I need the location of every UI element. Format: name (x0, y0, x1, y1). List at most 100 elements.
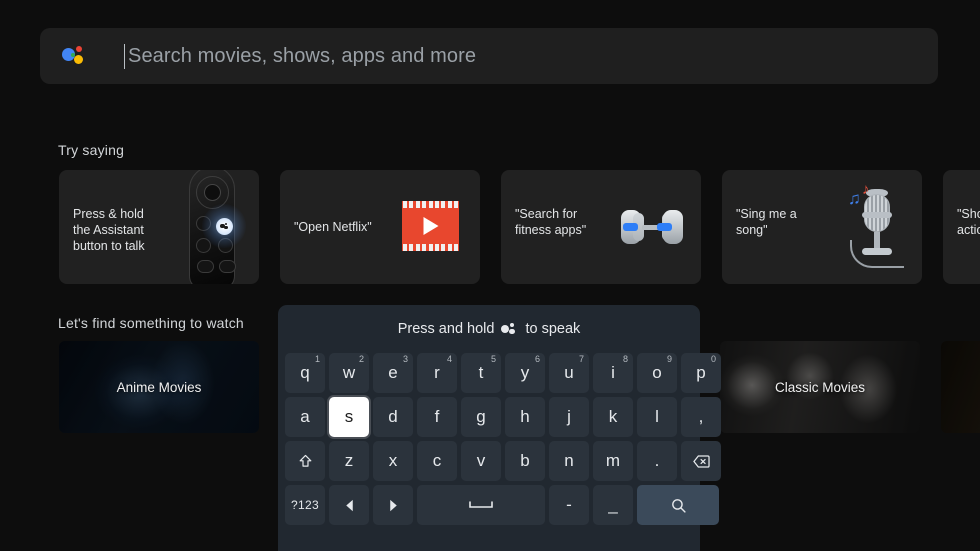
key-label: p (696, 363, 706, 382)
suggestion-card-open-netflix[interactable]: "Open Netflix" (280, 170, 480, 284)
text-caret (124, 43, 125, 69)
key-f[interactable]: f (417, 397, 457, 437)
key-number-label: 7 (578, 354, 584, 364)
key-number-label: 2 (358, 354, 364, 364)
key-label: b (520, 451, 530, 470)
key-label: z (344, 451, 354, 470)
key-number-label: 0 (710, 354, 716, 364)
voice-hint: Press and hold to speak (278, 305, 700, 353)
key-g[interactable]: g (461, 397, 501, 437)
keyboard-row: ?123 - _ (285, 485, 719, 525)
microphone-icon: ♫ ♪ (830, 170, 922, 284)
key-label: a (300, 407, 310, 426)
cursor-right-key[interactable] (373, 485, 413, 525)
search-submit-key[interactable] (637, 485, 719, 525)
space-key[interactable] (417, 485, 545, 525)
suggestion-card-fitness-apps[interactable]: "Search for fitness apps" (501, 170, 701, 284)
try-saying-card-row: Press & hold the Assistant button to tal… (59, 170, 980, 284)
key-label: t (478, 363, 484, 382)
key-label: n (564, 451, 574, 470)
key-z[interactable]: z (329, 441, 369, 481)
key-n[interactable]: n (549, 441, 589, 481)
watch-card-title: Classic Movies (774, 379, 866, 395)
suggestion-card-text: "Open Netflix" (294, 220, 372, 234)
key-number-label: 3 (402, 354, 408, 364)
cursor-left-key[interactable] (329, 485, 369, 525)
suggestion-card-text: "Search for fitness apps" (515, 207, 587, 237)
key-j[interactable]: j (549, 397, 589, 437)
keyboard-rows: q 1 w 2 e 3 r 4 t 5 y 6 u 7 i 8 o 9 p 0 a s d f g h j k l, z x c v b n m. ?1… (278, 353, 721, 525)
key-.[interactable]: . (637, 441, 677, 481)
key-w[interactable]: w2 (329, 353, 369, 393)
key-l[interactable]: l (637, 397, 677, 437)
key-b[interactable]: b (505, 441, 545, 481)
key-x[interactable]: x (373, 441, 413, 481)
key-label: l (655, 407, 659, 426)
key-k[interactable]: k (593, 397, 633, 437)
suggestion-card-text: Press & hold the Assistant button to tal… (73, 207, 145, 253)
underscore-key[interactable]: _ (593, 485, 633, 525)
key-label: i (611, 363, 615, 382)
symbols-key[interactable]: ?123 (285, 485, 325, 525)
key-number-label: 4 (446, 354, 452, 364)
key-label: k (608, 407, 618, 426)
key-label: d (388, 407, 398, 426)
key-a[interactable]: a (285, 397, 325, 437)
shift-key[interactable] (285, 441, 325, 481)
watch-card-anime-movies[interactable]: Anime Movies (59, 341, 259, 433)
key-h[interactable]: h (505, 397, 545, 437)
key-o[interactable]: o9 (637, 353, 677, 393)
keyboard-row: q1w2e3r4t5y6u7i8o9p0 (285, 353, 721, 393)
keyboard-row: z x c v b n m. (285, 441, 721, 481)
key-label: h (520, 407, 530, 426)
key-label: m (605, 451, 621, 470)
key-v[interactable]: v (461, 441, 501, 481)
search-placeholder-text: Search movies, shows, apps and more (128, 44, 477, 67)
key-d[interactable]: d (373, 397, 413, 437)
film-strip-icon (388, 170, 480, 284)
music-note-icon: ♫ (848, 189, 861, 208)
hyphen-key[interactable]: - (549, 485, 589, 525)
key-e[interactable]: e3 (373, 353, 413, 393)
key-label: y (520, 363, 530, 382)
key-m[interactable]: m (593, 441, 633, 481)
key-label: s (344, 407, 354, 426)
key-label: , (698, 407, 704, 426)
key-,[interactable]: , (681, 397, 721, 437)
search-input[interactable]: Search movies, shows, apps and more (40, 28, 938, 84)
key-label: j (567, 407, 571, 426)
key-label: o (652, 363, 662, 382)
key-p[interactable]: p0 (681, 353, 721, 393)
key-label: g (476, 407, 486, 426)
key-label: v (476, 451, 486, 470)
key-number-label: 9 (666, 354, 672, 364)
watch-card-classic-movies[interactable]: Classic Movies (720, 341, 920, 433)
key-c[interactable]: c (417, 441, 457, 481)
key-u[interactable]: u7 (549, 353, 589, 393)
google-assistant-icon (62, 44, 88, 68)
music-note-icon: ♪ (862, 181, 870, 198)
key-label: - (566, 495, 572, 514)
key-r[interactable]: r4 (417, 353, 457, 393)
suggestion-card-text: "Show me action movies" (957, 207, 980, 237)
key-number-label: 6 (534, 354, 540, 364)
voice-hint-suffix: to speak (525, 321, 581, 337)
key-number-label: 5 (490, 354, 496, 364)
key-q[interactable]: q1 (285, 353, 325, 393)
suggestion-card-action-movies[interactable]: "Show me action movies" (943, 170, 980, 284)
key-label: x (388, 451, 398, 470)
suggestion-card-text: "Sing me a song" (736, 207, 797, 237)
key-i[interactable]: i8 (593, 353, 633, 393)
key-label: u (564, 363, 574, 382)
suggestion-card-sing-a-song[interactable]: "Sing me a song" ♫ ♪ (722, 170, 922, 284)
key-s[interactable]: s (329, 397, 369, 437)
tv-remote-icon (167, 170, 259, 284)
key-label: q (300, 363, 310, 382)
key-label: . (654, 451, 660, 470)
watch-card-third[interactable] (941, 341, 980, 433)
key-y[interactable]: y6 (505, 353, 545, 393)
key-number-label: 8 (622, 354, 628, 364)
suggestion-card-assistant-button[interactable]: Press & hold the Assistant button to tal… (59, 170, 259, 284)
key-t[interactable]: t5 (461, 353, 501, 393)
backspace-key[interactable] (681, 441, 721, 481)
